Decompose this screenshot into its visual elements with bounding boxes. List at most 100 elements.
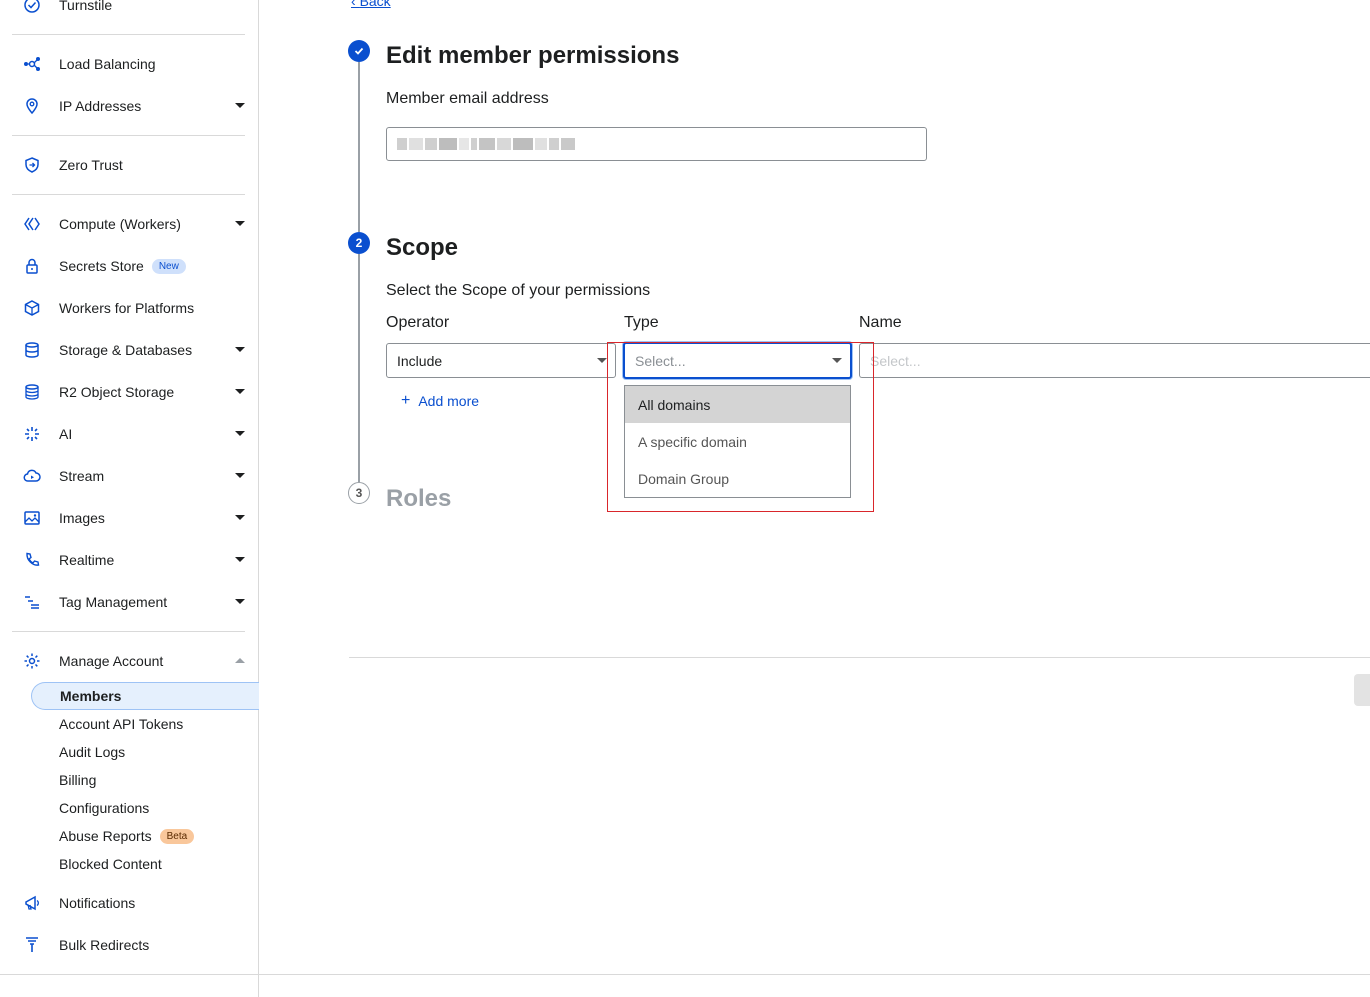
sidebar-subitem-billing[interactable]: Billing [31,766,259,794]
lock-icon [12,246,52,286]
sidebar-item-secrets-store[interactable]: Secrets Store New [12,246,245,286]
divider [12,194,245,195]
new-badge: New [151,258,186,274]
sidebar-item-bulk-redirects[interactable]: Bulk Redirects [12,925,245,965]
chevron-down-icon [235,599,245,604]
load-balancing-icon [12,44,52,84]
type-dropdown-menu: All domains A specific domain Domain Gro… [624,385,851,498]
sidebar-subitem-label: Abuse Reports [59,828,152,844]
sidebar-item-workers-platforms[interactable]: Workers for Platforms [12,288,245,328]
sidebar-item-compute-workers[interactable]: Compute (Workers) [12,204,245,244]
sidebar-item-label: Secrets Store [59,258,144,274]
sidebar-subitem-audit-logs[interactable]: Audit Logs [31,738,259,766]
caret-down-icon [832,358,842,363]
sidebar-item-r2-storage[interactable]: R2 Object Storage [12,372,245,412]
add-more-button[interactable]: + Add more [401,392,479,410]
chevron-down-icon [235,515,245,520]
operator-value: Include [397,352,443,369]
divider [12,631,245,632]
beta-badge: Beta [159,828,195,844]
sidebar-item-notifications[interactable]: Notifications [12,883,245,923]
caret-down-icon [597,358,607,363]
sidebar-item-turnstile[interactable]: Turnstile [12,0,245,25]
sidebar-item-label: AI [59,426,73,442]
sidebar-item-load-balancing[interactable]: Load Balancing [12,44,245,84]
shield-icon [12,145,52,185]
sidebar-item-zero-trust[interactable]: Zero Trust [12,145,245,185]
name-placeholder: Select... [870,352,921,369]
location-pin-icon [12,86,52,126]
sidebar-subitem-api-tokens[interactable]: Account API Tokens [31,710,259,738]
chevron-down-icon [235,431,245,436]
dropdown-option-all-domains[interactable]: All domains [625,386,850,423]
sidebar-subitem-members[interactable]: Members [31,682,259,710]
phone-icon [12,540,52,580]
step-complete-icon [348,40,370,62]
step-2-title: Scope [386,234,459,261]
sidebar-item-label: Zero Trust [59,157,123,173]
sidebar-item-manage-account[interactable]: Manage Account [12,641,245,681]
cloud-play-icon [12,456,52,496]
plus-icon: + [401,392,411,409]
section-divider [349,657,1370,658]
sidebar-item-stream[interactable]: Stream [12,456,245,496]
turnstile-icon [12,0,52,25]
sidebar-subitem-abuse-reports[interactable]: Abuse Reports Beta [31,822,259,850]
megaphone-icon [12,883,52,923]
sidebar-subitem-blocked-content[interactable]: Blocked Content [31,850,259,878]
email-field[interactable] [386,127,927,161]
sidebar-item-label: Compute (Workers) [59,216,181,232]
back-link[interactable]: ‹ Back [351,0,391,9]
database-icon [12,330,52,370]
type-label: Type [624,314,659,331]
type-placeholder: Select... [635,352,686,369]
chevron-left-icon: ‹ [351,0,360,9]
sidebar-item-realtime[interactable]: Realtime [12,540,245,580]
sidebar-item-label: Load Balancing [59,56,156,72]
sidebar-subitem-configurations[interactable]: Configurations [31,794,259,822]
sidebar-item-ip-addresses[interactable]: IP Addresses [12,86,245,126]
sidebar-item-tag-management[interactable]: Tag Management [12,582,245,622]
scope-subtitle: Select the Scope of your permissions [386,282,651,299]
stepper-line [358,62,360,232]
funnel-icon [12,925,52,965]
scroll-handle[interactable] [1354,674,1370,706]
operator-label: Operator [386,314,450,331]
step-3-title: Roles [386,485,452,512]
workers-icon [12,204,52,244]
sidebar-item-images[interactable]: Images [12,498,245,538]
chevron-down-icon [235,557,245,562]
sidebar-item-label: Tag Management [59,594,168,610]
chevron-down-icon [235,389,245,394]
gear-icon [12,641,52,681]
name-select[interactable]: Select... [859,343,1370,378]
sidebar-item-label: Manage Account [59,653,164,669]
divider [12,34,245,35]
chevron-up-icon [235,658,245,663]
sidebar-item-label: R2 Object Storage [59,384,175,400]
dropdown-option-domain-group[interactable]: Domain Group [625,460,850,497]
sidebar-item-label: Images [59,510,105,526]
sidebar-item-label: Stream [59,468,105,484]
image-icon [12,498,52,538]
step-1-title: Edit member permissions [386,42,680,69]
sidebar-item-ai[interactable]: AI [12,414,245,454]
type-select[interactable]: Select... [623,342,852,379]
name-label: Name [859,314,902,331]
storage-icon [12,372,52,412]
sidebar-item-label: IP Addresses [59,98,142,114]
chevron-down-icon [235,473,245,478]
dropdown-option-specific-domain[interactable]: A specific domain [625,423,850,460]
chevron-down-icon [235,103,245,108]
email-label: Member email address [386,90,549,107]
sidebar-item-label: Realtime [59,552,115,568]
back-link-label: Back [359,0,391,9]
sidebar-item-storage-databases[interactable]: Storage & Databases [12,330,245,370]
tag-list-icon [12,582,52,622]
chevron-down-icon [235,221,245,226]
operator-select[interactable]: Include [386,343,616,378]
step-number-badge: 3 [348,482,370,504]
sidebar-item-label: Bulk Redirects [59,937,150,953]
sidebar-item-label: Workers for Platforms [59,300,195,316]
add-more-label: Add more [418,393,480,409]
